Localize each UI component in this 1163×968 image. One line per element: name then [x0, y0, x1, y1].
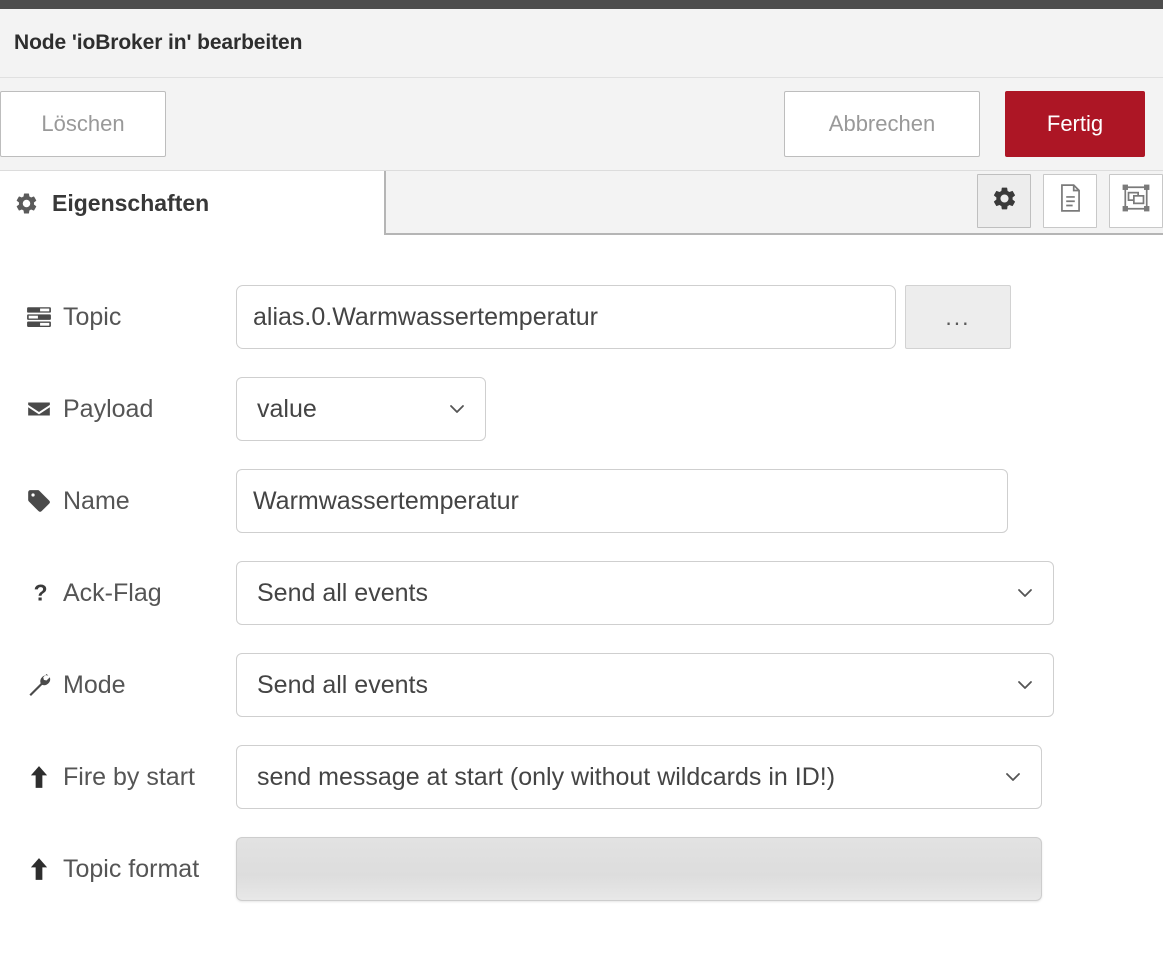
form-row-fire-by-start: Fire by start send message at start (onl…: [0, 731, 1163, 823]
dialog-title: Node 'ioBroker in' bearbeiten: [14, 31, 303, 54]
fire-by-start-select[interactable]: send message at start (only without wild…: [236, 745, 1042, 809]
form-row-payload: Payload value: [0, 363, 1163, 455]
tag-icon: [24, 488, 54, 514]
dialog-header: Node 'ioBroker in' bearbeiten: [0, 9, 1163, 78]
form-row-mode: Mode Send all events: [0, 639, 1163, 731]
name-input[interactable]: [236, 469, 1008, 533]
chevron-down-icon: [1013, 673, 1037, 697]
topic-format-label-text: Topic format: [63, 854, 200, 883]
topic-label: Topic: [24, 303, 236, 332]
arrow-up-icon: [24, 856, 54, 882]
tab-bar-right-tools: [386, 171, 1163, 235]
tab-properties-label: Eigenschaften: [52, 189, 210, 216]
cancel-button[interactable]: Abbrechen: [784, 91, 980, 157]
description-document-icon: [1057, 183, 1084, 218]
done-button[interactable]: Fertig: [1005, 91, 1145, 157]
arrow-up-icon: [24, 764, 54, 790]
payload-select-value: value: [257, 394, 317, 423]
payload-select[interactable]: value: [236, 377, 486, 441]
appearance-panel-button[interactable]: [1109, 173, 1163, 228]
tasks-list-icon: [24, 304, 54, 330]
fire-by-start-label-text: Fire by start: [63, 762, 195, 791]
name-label: Name: [24, 487, 236, 516]
mode-select-value: Send all events: [257, 670, 428, 699]
wrench-icon: [24, 672, 54, 698]
mode-label: Mode: [24, 671, 236, 700]
fire-by-start-label: Fire by start: [24, 763, 236, 792]
window-top-strip: [0, 0, 1163, 9]
dialog-toolbar: Löschen Abbrechen Fertig: [0, 78, 1163, 171]
ack-flag-label: ? Ack-Flag: [24, 579, 236, 608]
gear-icon: [991, 185, 1018, 217]
appearance-node-icon: [1121, 183, 1151, 218]
chevron-down-icon: [1013, 581, 1037, 605]
fire-by-start-select-value: send message at start (only without wild…: [257, 762, 836, 791]
name-label-text: Name: [63, 486, 130, 515]
form-row-topic: Topic ...: [0, 271, 1163, 363]
tab-properties[interactable]: Eigenschaften: [0, 171, 386, 235]
ack-flag-select[interactable]: Send all events: [236, 561, 1054, 625]
delete-button[interactable]: Löschen: [0, 91, 166, 157]
topic-label-text: Topic: [63, 302, 122, 331]
tab-bar: Eigenschaften: [0, 171, 1163, 235]
properties-panel-button[interactable]: [977, 173, 1031, 228]
topic-format-label: Topic format: [24, 855, 236, 884]
mode-label-text: Mode: [63, 670, 126, 699]
question-mark-icon: ?: [24, 580, 54, 606]
payload-label-text: Payload: [63, 394, 154, 423]
chevron-down-icon: [1001, 765, 1025, 789]
payload-label: Payload: [24, 395, 236, 424]
ack-flag-label-text: Ack-Flag: [63, 578, 162, 607]
gear-icon: [14, 191, 39, 216]
form-row-ack-flag: ? Ack-Flag Send all events: [0, 547, 1163, 639]
properties-form: Topic ... Payload value: [0, 235, 1163, 966]
topic-browse-button[interactable]: ...: [905, 285, 1011, 349]
form-row-name: Name: [0, 455, 1163, 547]
description-panel-button[interactable]: [1043, 173, 1097, 228]
chevron-down-icon: [445, 397, 469, 421]
ack-flag-select-value: Send all events: [257, 578, 428, 607]
mode-select[interactable]: Send all events: [236, 653, 1054, 717]
topic-format-select[interactable]: [236, 837, 1042, 901]
topic-input[interactable]: [236, 285, 896, 349]
form-row-topic-format: Topic format: [0, 823, 1163, 915]
envelope-icon: [24, 396, 54, 422]
svg-text:?: ?: [34, 580, 48, 606]
